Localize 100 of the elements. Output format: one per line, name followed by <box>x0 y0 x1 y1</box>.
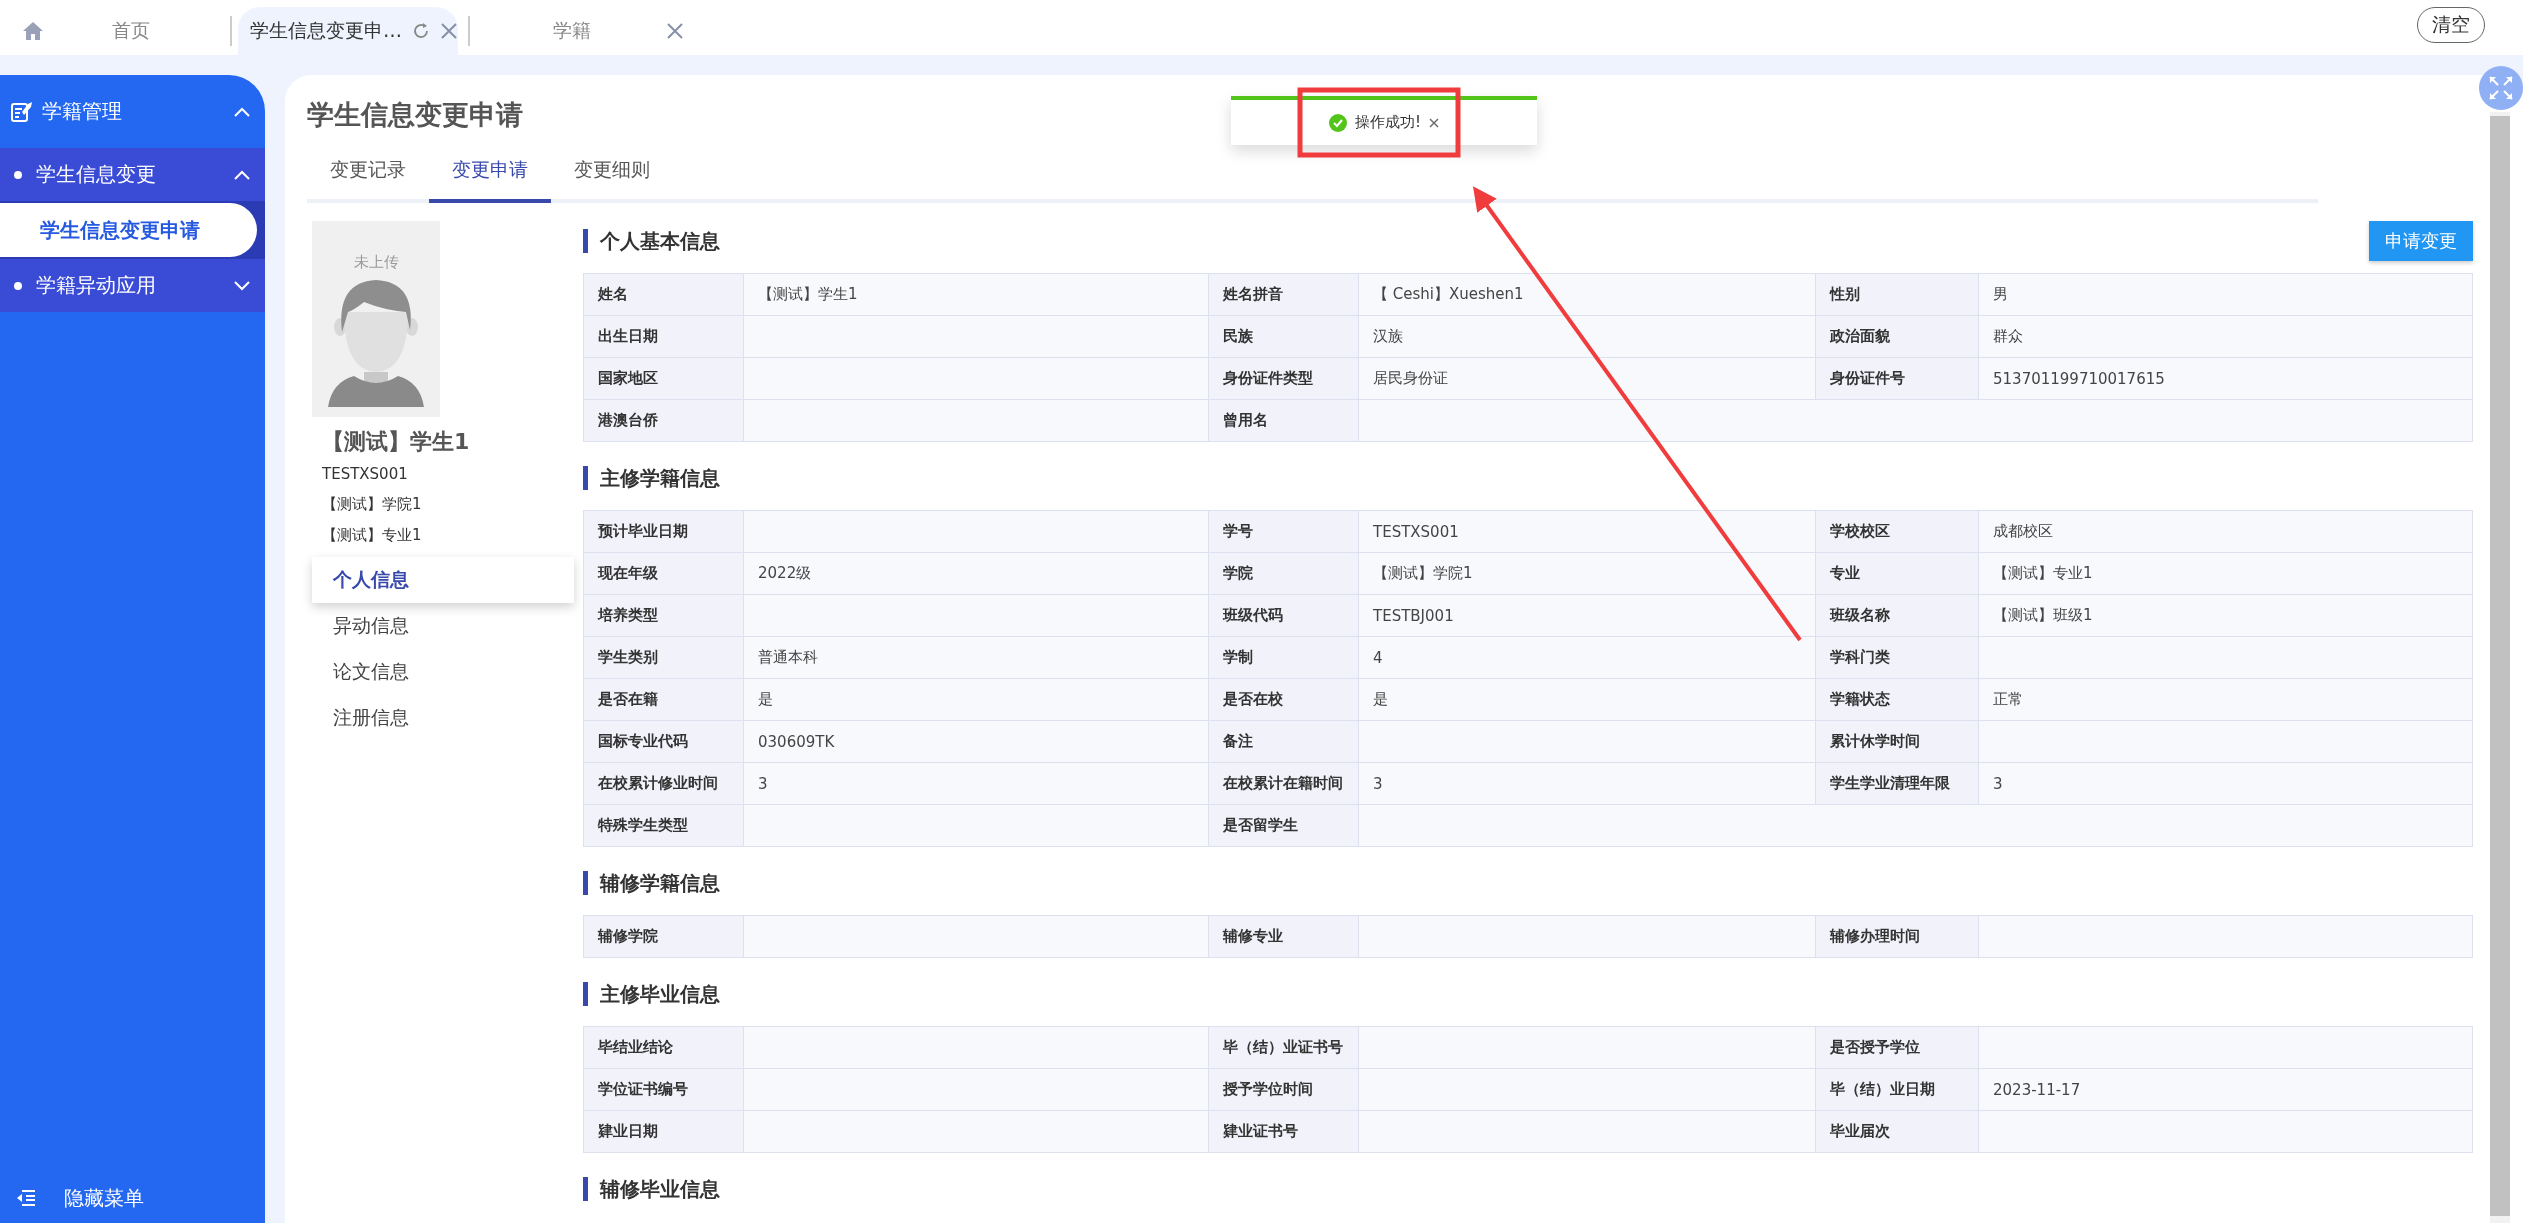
field-value: 2023-11-17 <box>1978 1068 2473 1111</box>
field-label: 在校累计在籍时间 <box>1208 762 1359 805</box>
field-label: 班级名称 <box>1815 594 1979 637</box>
field-label: 身份证件类型 <box>1208 357 1359 400</box>
clear-button[interactable]: 清空 <box>2417 7 2485 43</box>
page-tab[interactable]: 首页 <box>10 7 220 55</box>
field-label: 培养类型 <box>583 594 744 637</box>
field-label: 预计毕业日期 <box>583 510 744 553</box>
chevron-down-icon <box>233 279 251 292</box>
profile-nav-item[interactable]: 注册信息 <box>312 695 574 741</box>
field-label: 学生学业清理年限 <box>1815 762 1979 805</box>
field-label: 出生日期 <box>583 315 744 358</box>
field-value: 2022级 <box>743 552 1209 595</box>
tab[interactable]: 变更记录 <box>307 147 429 203</box>
student-major: 【测试】专业1 <box>322 526 423 545</box>
field-value: 3 <box>743 762 1209 805</box>
field-label: 毕（结）业证书号 <box>1208 1026 1359 1069</box>
scrollbar[interactable] <box>2490 112 2510 1223</box>
success-icon <box>1329 113 1347 132</box>
field-label: 学籍状态 <box>1815 678 1979 721</box>
field-value: 成都校区 <box>1978 510 2473 553</box>
refresh-icon[interactable] <box>412 22 430 40</box>
field-label: 是否授予学位 <box>1815 1026 1979 1069</box>
edit-icon <box>10 100 32 123</box>
field-value: 【测试】学生1 <box>743 273 1209 316</box>
profile-nav-item[interactable]: 异动信息 <box>312 603 574 649</box>
student-id: TESTXS001 <box>322 465 409 483</box>
profile-nav-item[interactable]: 个人信息 <box>312 557 574 603</box>
section-title: 主修毕业信息 <box>583 982 720 1006</box>
field-label: 肄业日期 <box>583 1110 744 1153</box>
section-title: 主修学籍信息 <box>583 466 720 490</box>
field-label: 毕结业结论 <box>583 1026 744 1069</box>
close-icon[interactable] <box>440 22 458 40</box>
field-value: 正常 <box>1978 678 2473 721</box>
page-title: 学生信息变更申请 <box>307 98 523 132</box>
field-value: 居民身份证 <box>1358 357 1816 400</box>
field-label: 辅修办理时间 <box>1815 915 1979 958</box>
menu-item[interactable]: 学籍管理 <box>0 75 265 148</box>
field-label: 学校校区 <box>1815 510 1979 553</box>
section-title: 辅修学籍信息 <box>583 871 720 895</box>
page-tab[interactable]: 学籍 <box>476 7 696 55</box>
close-icon[interactable] <box>1429 117 1439 128</box>
bullet-icon <box>14 170 22 179</box>
tab[interactable]: 变更申请 <box>429 147 551 203</box>
home-icon <box>22 21 44 41</box>
field-label: 性别 <box>1815 273 1979 316</box>
field-value: 男 <box>1978 273 2473 316</box>
field-label: 授予学位时间 <box>1208 1068 1359 1111</box>
tab[interactable]: 变更细则 <box>551 147 673 203</box>
close-icon[interactable] <box>666 22 684 40</box>
field-label: 辅修学院 <box>583 915 744 958</box>
fullscreen-button[interactable] <box>2479 66 2523 110</box>
field-label: 特殊学生类型 <box>583 804 744 847</box>
expand-icon <box>2488 75 2514 101</box>
page-tab[interactable]: 学生信息变更申… <box>238 7 458 55</box>
submenu-item[interactable]: 学籍异动应用 <box>0 259 265 312</box>
field-label: 曾用名 <box>1208 399 1359 442</box>
field-value: 群众 <box>1978 315 2473 358</box>
field-value: 4 <box>1358 636 1816 679</box>
field-label: 辅修专业 <box>1208 915 1359 958</box>
photo-status: 未上传 <box>353 253 399 272</box>
field-label: 学制 <box>1208 636 1359 679</box>
field-label: 备注 <box>1208 720 1359 763</box>
submenu-item[interactable]: 学生信息变更 <box>0 148 265 201</box>
field-label: 港澳台侨 <box>583 399 744 442</box>
field-value: 3 <box>1358 762 1816 805</box>
field-value: 汉族 <box>1358 315 1816 358</box>
field-label: 学号 <box>1208 510 1359 553</box>
field-value: 是 <box>743 678 1209 721</box>
field-label: 毕（结）业日期 <box>1815 1068 1979 1111</box>
field-label: 在校累计修业时间 <box>583 762 744 805</box>
section-title: 个人基本信息 <box>583 229 720 253</box>
chevron-up-icon <box>233 105 251 118</box>
chevron-up-icon <box>233 168 251 181</box>
field-label: 专业 <box>1815 552 1979 595</box>
profile-nav-item[interactable]: 论文信息 <box>312 649 574 695</box>
field-value: TESTXS001 <box>1358 510 1816 553</box>
field-value: 3 <box>1978 762 2473 805</box>
hide-menu-link[interactable]: 隐藏菜单 <box>64 1184 144 1212</box>
field-label: 毕业届次 <box>1815 1110 1979 1153</box>
field-label: 是否在籍 <box>583 678 744 721</box>
student-name: 【测试】学生1 <box>322 428 471 456</box>
submenu-item[interactable]: 学生信息变更申请 <box>0 203 257 257</box>
section-title: 辅修毕业信息 <box>583 1177 720 1201</box>
field-label: 学院 <box>1208 552 1359 595</box>
field-label: 班级代码 <box>1208 594 1359 637</box>
field-label: 学生类别 <box>583 636 744 679</box>
field-value: 【测试】专业1 <box>1978 552 2473 595</box>
field-label: 是否留学生 <box>1208 804 1359 847</box>
field-label: 是否在校 <box>1208 678 1359 721</box>
field-label: 姓名拼音 <box>1208 273 1359 316</box>
student-college: 【测试】学院1 <box>322 495 423 514</box>
bullet-icon <box>14 281 22 290</box>
collapse-menu-icon[interactable] <box>16 1190 36 1206</box>
field-label: 肄业证书号 <box>1208 1110 1359 1153</box>
field-value: 513701199710017615 <box>1978 357 2473 400</box>
field-value: 是 <box>1358 678 1816 721</box>
field-label: 国家地区 <box>583 357 744 400</box>
field-label: 民族 <box>1208 315 1359 358</box>
field-value: 【测试】班级1 <box>1978 594 2473 637</box>
